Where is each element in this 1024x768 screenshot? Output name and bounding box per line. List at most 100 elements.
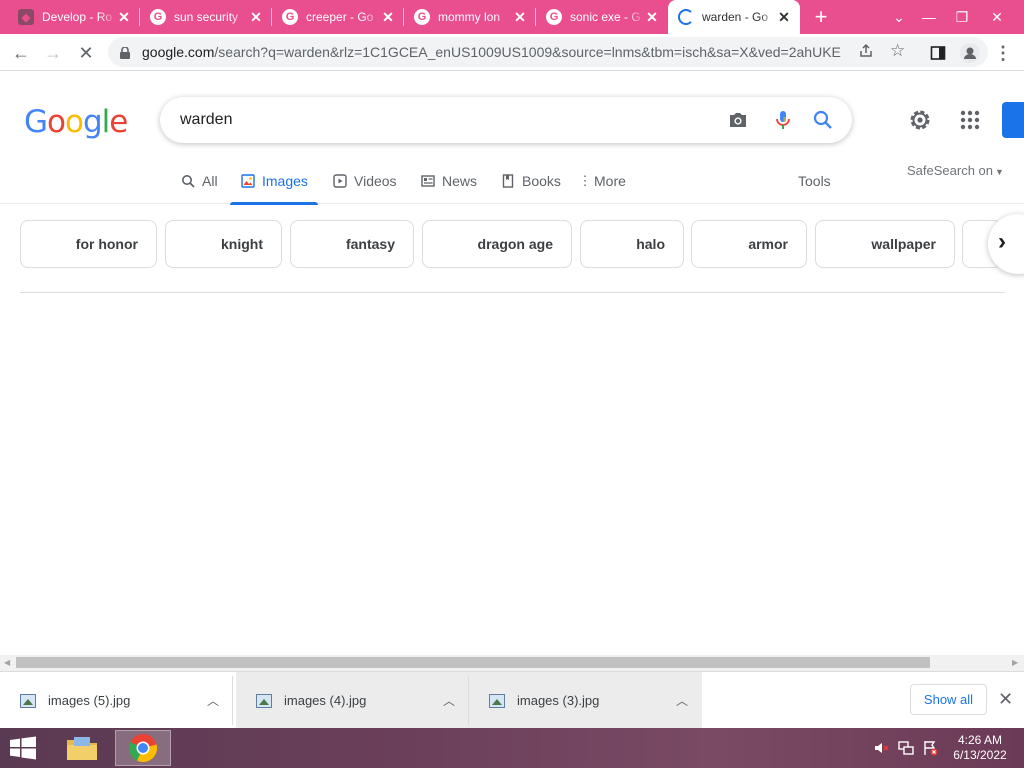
close-tab-icon[interactable]: ✕ <box>512 9 528 25</box>
address-bar[interactable]: google.com/search?q=warden&rlz=1C1GCEA_e… <box>108 37 988 67</box>
logo-letter: e <box>109 104 128 140</box>
tab-books[interactable]: Books <box>500 158 561 204</box>
share-icon[interactable] <box>858 43 874 64</box>
scrollbar-thumb[interactable] <box>16 657 930 668</box>
tab-title: sun security <box>174 10 239 24</box>
scroll-left-arrow-icon[interactable]: ◀ <box>4 658 10 667</box>
tab-more[interactable]: ⋮ More <box>578 158 626 204</box>
clock-time: 4:26 AM <box>957 733 1003 747</box>
browser-tab-active[interactable]: warden - Go ✕ <box>668 0 800 34</box>
browser-tab[interactable]: G sun security ✕ <box>140 0 272 34</box>
google-g-icon: G <box>150 9 166 25</box>
tab-images[interactable]: Images <box>230 158 318 205</box>
chevron-up-icon[interactable]: ︿ <box>207 692 219 709</box>
browser-menu-icon[interactable]: ⋮ <box>990 40 1016 66</box>
forward-arrow-icon[interactable]: → <box>40 40 66 66</box>
clock-date: 6/13/2022 <box>953 748 1007 762</box>
tab-videos[interactable]: Videos <box>332 158 397 204</box>
horizontal-scrollbar[interactable]: ◀ ▶ <box>0 655 1024 671</box>
download-item[interactable]: images (5).jpg ︿ <box>0 672 233 729</box>
tab-news[interactable]: News <box>420 158 477 204</box>
related-search-chip[interactable]: halo <box>580 220 684 268</box>
browser-tab[interactable]: ◆ Develop - Ro ✕ <box>8 0 140 34</box>
play-icon <box>332 173 348 189</box>
logo-letter: o <box>65 104 84 140</box>
download-filename: images (4).jpg <box>284 693 367 708</box>
tab-all[interactable]: All <box>180 158 218 204</box>
volume-muted-icon[interactable] <box>874 740 890 756</box>
related-search-chip[interactable]: for honor <box>20 220 157 268</box>
taskbar-clock[interactable]: 4:26 AM 6/13/2022 <box>950 733 1010 763</box>
logo-letter: g <box>82 104 103 140</box>
tab-title: mommy lon <box>438 10 501 24</box>
windows-taskbar <box>0 728 1024 768</box>
logo-letter: o <box>47 104 66 140</box>
image-file-icon <box>489 693 505 708</box>
browser-tab[interactable]: G creeper - Go ✕ <box>272 0 404 34</box>
close-tab-icon[interactable]: ✕ <box>116 9 132 25</box>
scroll-right-arrow-icon[interactable]: ▶ <box>1012 658 1018 667</box>
close-tab-icon[interactable]: ✕ <box>776 9 792 25</box>
search-icon <box>180 173 196 189</box>
minimize-icon[interactable]: — <box>917 6 941 28</box>
logo-letter: G <box>24 104 48 140</box>
restore-icon[interactable]: ❐ <box>950 6 974 28</box>
roblox-studio-icon: ◆ <box>18 9 34 25</box>
tab-search-chevron-icon[interactable]: ⌄ <box>887 6 911 28</box>
show-all-downloads-button[interactable]: Show all <box>910 684 987 715</box>
settings-gear-icon[interactable] <box>907 107 933 133</box>
divider <box>20 292 1005 293</box>
chevron-up-icon[interactable]: ︿ <box>676 692 688 709</box>
related-search-chip[interactable]: dragon age <box>422 220 572 268</box>
related-search-chip[interactable]: wallpaper <box>815 220 955 268</box>
browser-tab-strip: ◆ Develop - Ro ✕ G sun security ✕ G cree… <box>0 0 1024 34</box>
related-search-chip[interactable]: fantasy <box>290 220 414 268</box>
related-search-chip[interactable]: knight <box>165 220 282 268</box>
network-icon[interactable] <box>898 740 914 756</box>
image-icon <box>240 173 256 189</box>
download-item[interactable]: images (3).jpg ︿ <box>469 672 702 729</box>
tools-button[interactable]: Tools <box>798 173 831 189</box>
book-icon <box>500 173 516 189</box>
safesearch-dropdown[interactable]: SafeSearch on ▼ <box>907 163 1004 178</box>
google-g-icon: G <box>282 9 298 25</box>
search-box <box>160 97 852 143</box>
browser-toolbar: ← → ✕ google.com/search?q=warden&rlz=1C1… <box>0 34 1024 71</box>
tab-label: Images <box>262 173 308 189</box>
new-tab-button[interactable]: + <box>810 6 832 28</box>
chevron-right-icon: › <box>998 228 1006 255</box>
profile-avatar-icon[interactable] <box>957 40 983 66</box>
side-panel-icon[interactable] <box>925 40 951 66</box>
bookmark-star-icon[interactable]: ☆ <box>890 41 905 61</box>
safesearch-label: SafeSearch on <box>907 163 994 178</box>
divider <box>232 676 233 725</box>
search-input[interactable] <box>180 108 700 132</box>
action-center-flag-icon[interactable] <box>922 740 938 756</box>
chrome-icon[interactable] <box>115 730 171 766</box>
download-shelf: images (5).jpg ︿ images (4).jpg ︿ images… <box>0 671 1024 729</box>
camera-search-icon[interactable] <box>726 108 750 132</box>
search-icon[interactable] <box>811 108 835 132</box>
windows-start-icon[interactable] <box>8 736 40 760</box>
related-search-chip[interactable]: armor <box>691 220 807 268</box>
google-logo[interactable]: Google <box>24 104 128 140</box>
file-explorer-icon[interactable] <box>54 730 110 766</box>
google-apps-grid-icon[interactable] <box>957 107 983 133</box>
chevron-up-icon[interactable]: ︿ <box>443 692 455 709</box>
browser-tab[interactable]: G sonic exe - G ✕ <box>536 0 668 34</box>
download-item[interactable]: images (4).jpg ︿ <box>236 672 469 729</box>
microphone-icon[interactable] <box>771 108 795 132</box>
sign-in-button[interactable] <box>1002 102 1024 138</box>
stop-loading-icon[interactable]: ✕ <box>73 40 99 66</box>
google-g-icon: G <box>546 9 562 25</box>
close-tab-icon[interactable]: ✕ <box>380 9 396 25</box>
close-tab-icon[interactable]: ✕ <box>248 9 264 25</box>
back-arrow-icon[interactable]: ← <box>8 40 34 66</box>
tab-title: Develop - Ro <box>42 10 113 24</box>
close-tab-icon[interactable]: ✕ <box>644 9 660 25</box>
loading-spinner-icon <box>678 9 694 25</box>
close-window-icon[interactable]: ✕ <box>985 6 1009 28</box>
more-vert-icon: ⋮ <box>578 173 592 188</box>
close-icon[interactable]: ✕ <box>998 689 1013 710</box>
browser-tab[interactable]: G mommy lon ✕ <box>404 0 536 34</box>
